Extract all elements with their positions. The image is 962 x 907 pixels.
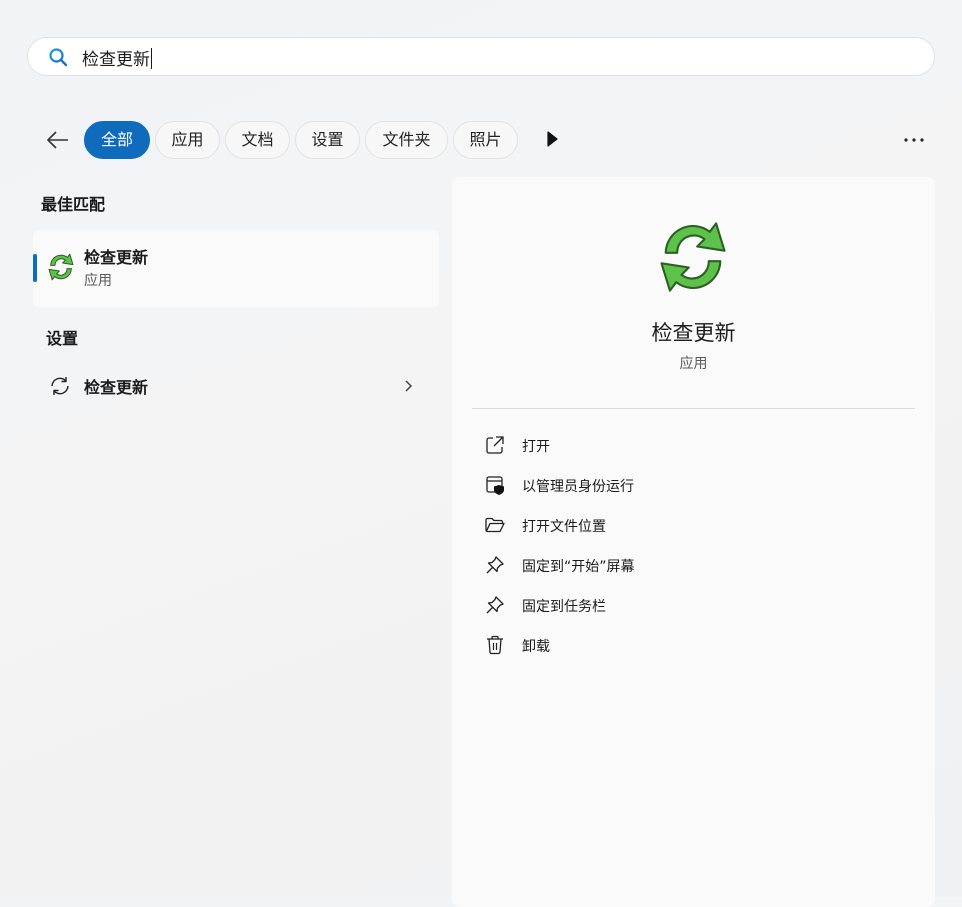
search-icon: [48, 47, 68, 71]
filter-tab-photos[interactable]: 照片: [453, 121, 518, 159]
play-arrow-icon[interactable]: [545, 131, 559, 151]
pin-icon: [484, 594, 506, 620]
filter-tab-all[interactable]: 全部: [84, 121, 150, 159]
open-external-icon: [484, 434, 506, 460]
action-label: 以管理员身份运行: [522, 479, 634, 495]
folder-icon: [484, 514, 506, 540]
filter-tab-settings[interactable]: 设置: [295, 121, 360, 159]
best-match-name: 检查更新: [84, 248, 149, 267]
action-run-as-admin[interactable]: 以管理员身份运行: [484, 467, 904, 503]
action-uninstall[interactable]: 卸载: [484, 627, 904, 663]
action-label: 固定到“开始”屏幕: [522, 559, 635, 575]
trash-icon: [484, 634, 506, 660]
search-input[interactable]: 检查更新: [82, 45, 152, 70]
settings-result-check-updates[interactable]: 检查更新: [33, 362, 439, 410]
more-options-icon[interactable]: [903, 132, 925, 151]
filter-tab-documents[interactable]: 文档: [225, 121, 290, 159]
selection-indicator: [33, 254, 37, 282]
refresh-green-icon: [45, 251, 77, 287]
action-pin-to-start[interactable]: 固定到“开始”屏幕: [484, 547, 904, 583]
detail-subtitle: 应用: [679, 356, 708, 372]
shield-admin-icon: [484, 474, 506, 500]
refresh-outline-icon: [48, 375, 72, 401]
action-label: 打开: [522, 439, 550, 455]
best-match-heading: 最佳匹配: [41, 195, 106, 214]
settings-result-name: 检查更新: [84, 378, 149, 397]
divider: [472, 408, 915, 409]
detail-panel: 检查更新 应用 打开 以管理员身份运行 打开文件位置 固定到“开始”屏幕 固定到…: [452, 177, 935, 907]
action-label: 打开文件位置: [522, 519, 606, 535]
detail-title: 检查更新: [651, 321, 736, 345]
filter-tab-folders[interactable]: 文件夹: [365, 121, 448, 159]
best-match-type: 应用: [84, 273, 112, 289]
action-pin-to-taskbar[interactable]: 固定到任务栏: [484, 587, 904, 623]
search-box[interactable]: 检查更新: [27, 37, 935, 76]
chevron-right-icon: [403, 378, 413, 398]
search-query: 检查更新: [82, 50, 150, 70]
back-arrow-icon[interactable]: [44, 126, 72, 154]
settings-heading: 设置: [46, 329, 79, 348]
text-caret: [151, 48, 152, 69]
best-match-result[interactable]: 检查更新 应用: [33, 230, 439, 307]
action-label: 固定到任务栏: [522, 599, 606, 615]
filter-tab-apps[interactable]: 应用: [155, 121, 220, 159]
action-label: 卸载: [522, 639, 550, 655]
action-open[interactable]: 打开: [484, 427, 904, 463]
action-open-file-location[interactable]: 打开文件位置: [484, 507, 904, 543]
pin-icon: [484, 554, 506, 580]
refresh-green-large-icon: [651, 215, 735, 303]
